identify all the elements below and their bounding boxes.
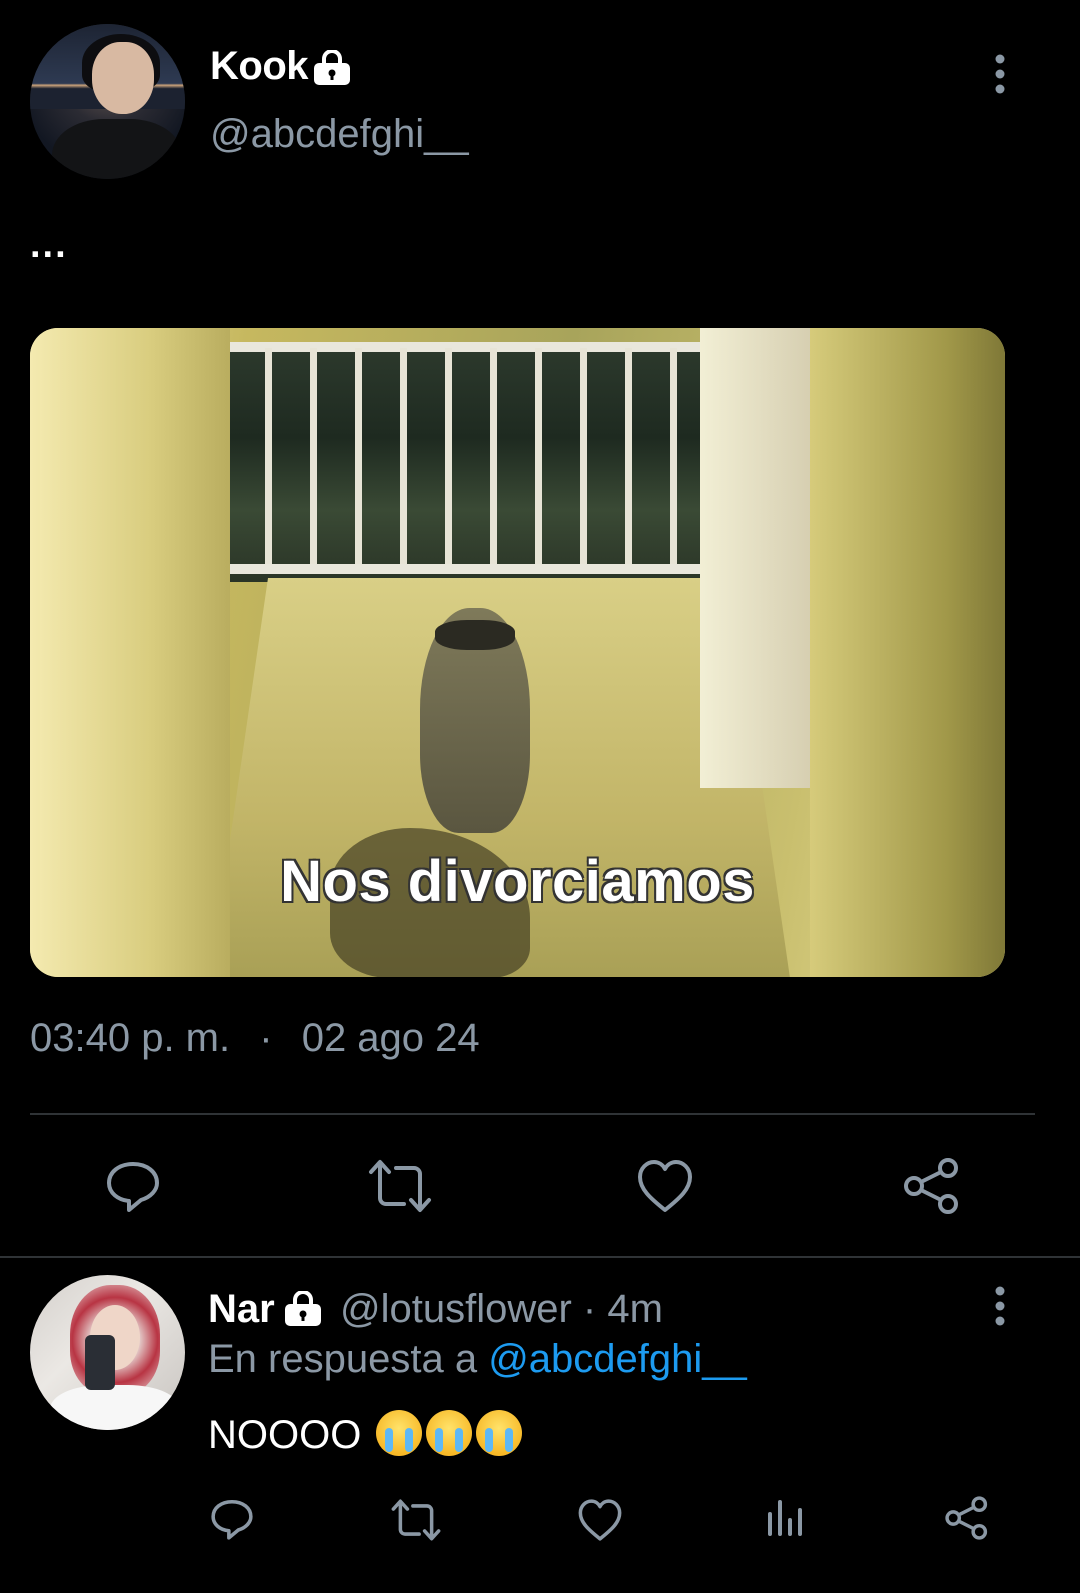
reply-author-name[interactable]: Nar [208,1287,275,1332]
share-icon[interactable] [902,1156,962,1221]
tweet-timestamp: 03:40 p. m. · 02 ago 24 [30,1016,480,1061]
author-avatar[interactable] [30,24,185,179]
media-caption: Nos divorciamos [280,849,755,914]
mention-link[interactable]: @abcdefghi__ [488,1337,747,1381]
reply-author-avatar[interactable] [30,1275,185,1430]
crying-face-icon [476,1410,523,1456]
reply-text-content: NOOOO [208,1413,373,1457]
timestamp-separator: · [259,1016,273,1060]
like-icon[interactable] [577,1498,623,1547]
like-icon[interactable] [636,1158,694,1219]
divider [30,1113,1035,1115]
share-icon[interactable] [944,1495,990,1546]
reply-handle-time[interactable]: @lotusflower · 4m [340,1287,663,1332]
retweet-icon[interactable] [368,1158,432,1219]
reply-icon[interactable] [105,1158,161,1219]
reply-text: NOOOO [208,1410,523,1458]
lock-icon [312,49,352,91]
more-options-icon[interactable] [990,1286,1010,1331]
lock-icon [283,1290,323,1332]
author-name[interactable]: Kook [210,44,309,89]
tweet-media-image[interactable]: Nos divorciamos [30,328,1005,977]
retweet-icon[interactable] [391,1498,441,1547]
crying-face-icon [426,1410,473,1456]
more-options-icon[interactable] [990,54,1010,99]
author-handle[interactable]: @abcdefghi__ [210,112,469,157]
reply-context: En respuesta a @abcdefghi__ [208,1337,747,1382]
tweet-time: 03:40 p. m. [30,1016,231,1060]
crying-face-icon [376,1410,423,1456]
views-icon[interactable] [765,1498,805,1543]
reply-prefix: En respuesta a [208,1337,489,1381]
reply-icon[interactable] [210,1497,254,1546]
divider [0,1256,1080,1258]
tweet-text: ... [30,224,68,266]
tweet-date: 02 ago 24 [301,1016,480,1060]
